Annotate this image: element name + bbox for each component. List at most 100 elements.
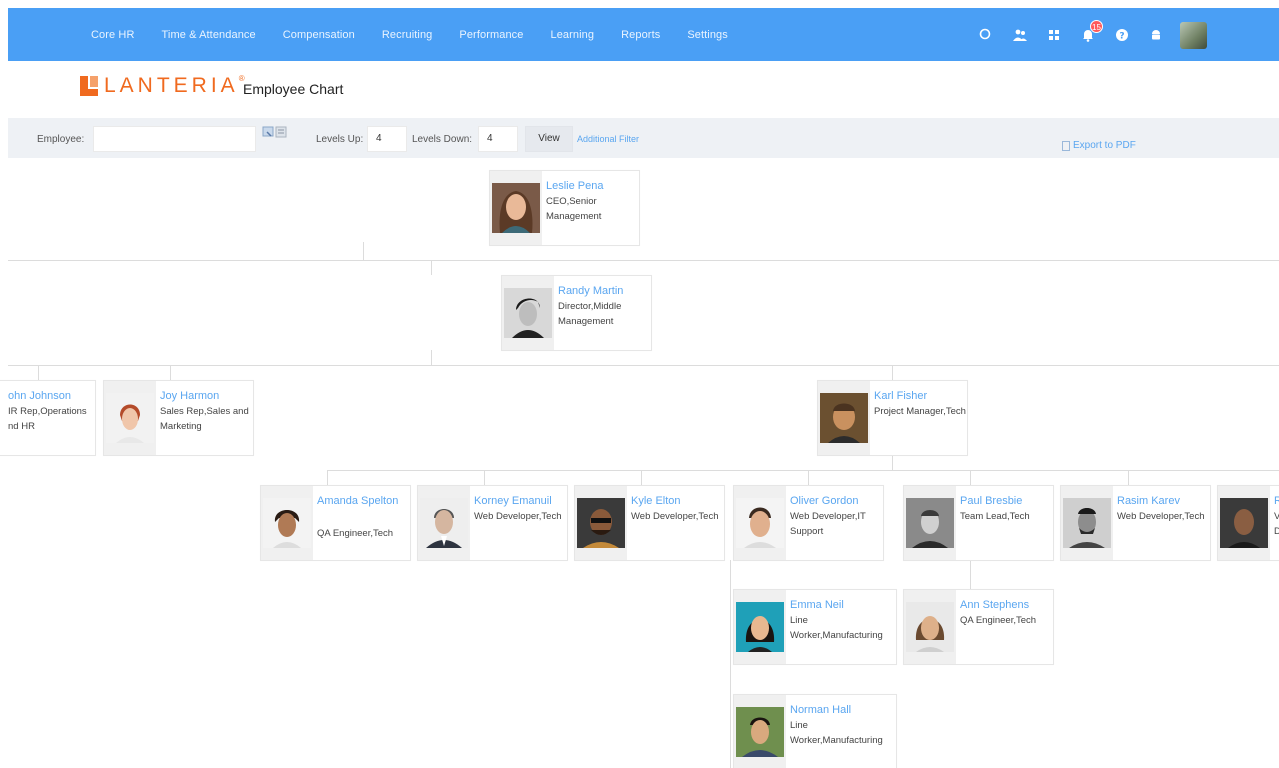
employee-card[interactable]: Karl Fisher Project Manager,Tech — [817, 380, 968, 456]
employee-card[interactable]: ohn Johnson IR Rep,Operations nd HR — [0, 380, 96, 456]
employee-card[interactable]: Leslie Pena CEO,Senior Management — [489, 170, 640, 246]
employee-card[interactable]: Korney Emanuil Web Developer,Tech — [417, 485, 568, 561]
export-label: Export to PDF — [1073, 140, 1136, 151]
connector-line — [38, 366, 39, 380]
employee-name[interactable]: Norman Hall — [790, 702, 886, 718]
employee-name[interactable]: Rasim Karev — [1117, 493, 1213, 509]
employee-card[interactable]: Rasim Karev Web Developer,Tech — [1060, 485, 1211, 561]
levels-up-input[interactable]: 4 — [367, 126, 407, 152]
employee-picker-icon[interactable] — [262, 126, 288, 140]
nav-learning[interactable]: Learning — [550, 29, 594, 41]
connector-line — [641, 471, 642, 485]
employee-name[interactable]: Joy Harmon — [160, 388, 256, 404]
page-title: Employee Chart — [243, 81, 344, 97]
employee-card[interactable]: Emma Neil Line Worker,Manufacturing — [733, 589, 897, 665]
employee-input[interactable] — [93, 126, 256, 152]
nav-compensation[interactable]: Compensation — [283, 29, 355, 41]
android-icon[interactable] — [1146, 25, 1166, 45]
notification-count-badge: 15 — [1090, 20, 1103, 33]
employee-title: Director,Middle Management — [558, 301, 622, 327]
employee-card[interactable]: Norman Hall Line Worker,Manufacturing — [733, 694, 897, 768]
connector-line — [730, 560, 731, 768]
connector-line — [327, 471, 328, 485]
connector-line — [1128, 471, 1129, 485]
employee-title: Web Developer,Tech — [474, 511, 562, 522]
connector-line — [892, 455, 893, 470]
nav-core-hr[interactable]: Core HR — [91, 29, 135, 41]
connector-line — [892, 366, 893, 380]
document-icon — [1062, 140, 1070, 151]
employee-photo — [492, 183, 540, 233]
levels-down-input[interactable]: 4 — [478, 126, 518, 152]
search-icon[interactable] — [976, 25, 996, 45]
employee-name[interactable]: Karl Fisher — [874, 388, 970, 404]
employee-title: Project Manager,Tech — [874, 406, 966, 417]
employee-name[interactable]: Ann Stephens — [960, 597, 1056, 613]
nav-reports[interactable]: Reports — [621, 29, 660, 41]
connector-line — [970, 471, 971, 485]
employee-card[interactable]: R V D — [1217, 485, 1279, 561]
employee-title: Web Developer,Tech — [1117, 511, 1205, 522]
employee-title: CEO,Senior Management — [546, 196, 602, 222]
employee-photo — [906, 498, 954, 548]
employee-photo — [906, 602, 954, 652]
chart-filter-bar: Employee: Levels Up: 4 Levels Down: 4 Vi… — [8, 118, 1279, 158]
employee-card[interactable]: Joy Harmon Sales Rep,Sales and Marketing — [103, 380, 254, 456]
employee-card[interactable]: Oliver Gordon Web Developer,IT Support — [733, 485, 884, 561]
employee-title: QA Engineer,Tech — [317, 528, 394, 539]
toolbar-icons: 15 ? — [962, 20, 1207, 49]
help-icon[interactable]: ? — [1112, 25, 1132, 45]
nav-performance[interactable]: Performance — [459, 29, 523, 41]
employee-card[interactable]: Kyle Elton Web Developer,Tech — [574, 485, 725, 561]
employee-name[interactable]: Korney Emanuil — [474, 493, 570, 509]
employee-title: QA Engineer,Tech — [960, 615, 1037, 626]
employee-name[interactable]: Amanda Spelton — [317, 493, 413, 509]
employee-name[interactable]: Emma Neil — [790, 597, 886, 613]
employee-card[interactable]: Randy Martin Director,Middle Management — [501, 275, 652, 351]
employee-card[interactable]: Amanda Spelton QA Engineer,Tech — [260, 485, 411, 561]
employee-card[interactable]: Ann Stephens QA Engineer,Tech — [903, 589, 1054, 665]
employee-title: Line Worker,Manufacturing — [790, 615, 883, 641]
employee-title: Team Lead,Tech — [960, 511, 1030, 522]
employee-name[interactable]: Oliver Gordon — [790, 493, 886, 509]
employee-title: Sales Rep,Sales and Marketing — [160, 406, 249, 432]
export-to-pdf-link[interactable]: Export to PDF — [1062, 140, 1136, 151]
connector-line — [170, 366, 171, 380]
employee-title: Web Developer,IT Support — [790, 511, 866, 537]
employee-name[interactable]: Leslie Pena — [546, 178, 642, 194]
svg-text:?: ? — [1119, 32, 1124, 42]
employee-name[interactable]: ohn Johnson — [8, 388, 104, 404]
employee-title: Line Worker,Manufacturing — [790, 720, 883, 746]
apps-icon[interactable] — [1044, 25, 1064, 45]
lanteria-logo[interactable]: LANTERIA® — [80, 74, 245, 98]
top-navigation-bar: Core HR Time & Attendance Compensation R… — [8, 8, 1279, 61]
connector-line — [431, 261, 432, 275]
employee-photo — [736, 707, 784, 757]
employee-name[interactable]: Kyle Elton — [631, 493, 727, 509]
view-button[interactable]: View — [525, 126, 573, 152]
employee-photo — [420, 498, 468, 548]
connector-line — [431, 350, 432, 365]
employee-photo — [263, 498, 311, 548]
employee-photo — [736, 602, 784, 652]
employee-title: V D — [1274, 511, 1279, 537]
connector-line — [484, 471, 485, 485]
employee-card[interactable]: Paul Bresbie Team Lead,Tech — [903, 485, 1054, 561]
connector-line — [8, 365, 1279, 366]
levels-up-label: Levels Up: — [316, 134, 364, 145]
additional-filter-link[interactable]: Additional Filter — [577, 134, 639, 144]
main-menu: Core HR Time & Attendance Compensation R… — [91, 8, 755, 61]
employee-name[interactable]: R — [1274, 493, 1279, 509]
connector-line — [8, 260, 1279, 261]
bell-icon[interactable]: 15 — [1078, 20, 1103, 45]
employee-name[interactable]: Randy Martin — [558, 283, 654, 299]
logo-mark-icon — [80, 76, 98, 96]
people-icon[interactable] — [1010, 25, 1030, 45]
employee-photo — [577, 498, 625, 548]
nav-settings[interactable]: Settings — [687, 29, 728, 41]
employee-title: IR Rep,Operations nd HR — [8, 406, 87, 432]
nav-time-attendance[interactable]: Time & Attendance — [162, 29, 256, 41]
nav-recruiting[interactable]: Recruiting — [382, 29, 433, 41]
user-avatar[interactable] — [1180, 21, 1207, 49]
employee-name[interactable]: Paul Bresbie — [960, 493, 1056, 509]
